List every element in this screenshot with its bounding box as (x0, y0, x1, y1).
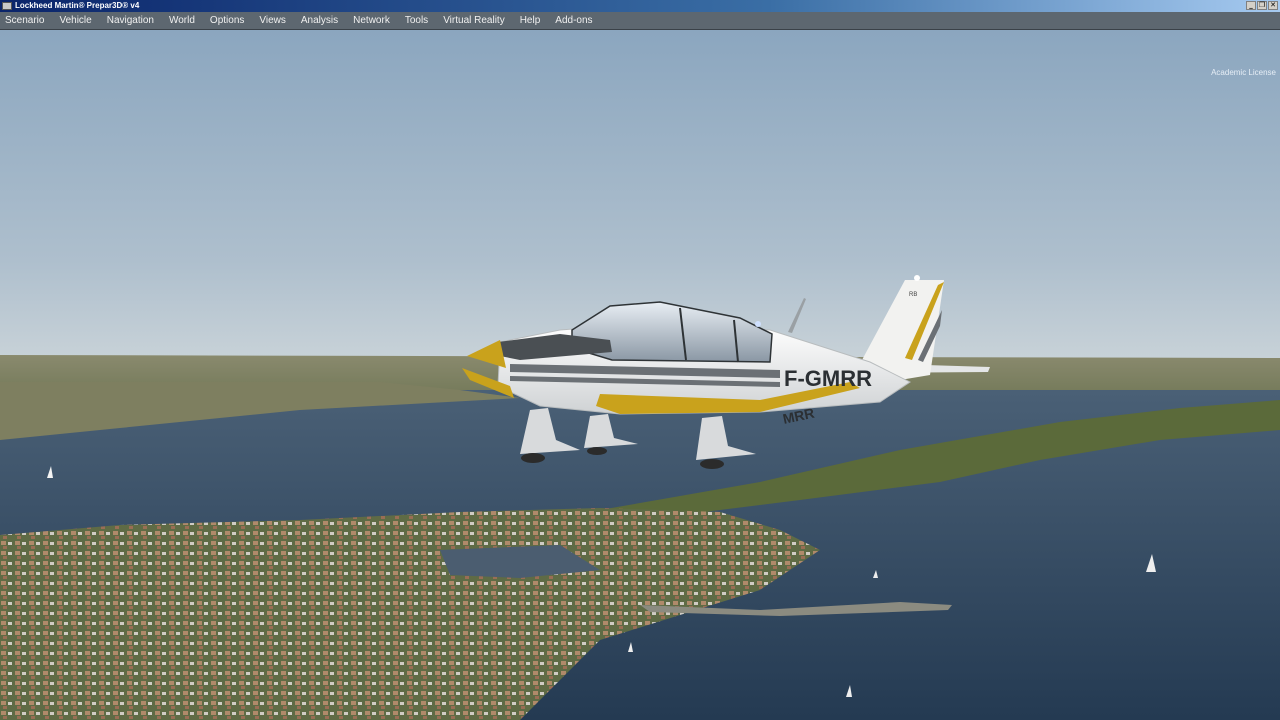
menu-tools[interactable]: Tools (401, 15, 432, 26)
menu-network[interactable]: Network (349, 15, 394, 26)
scene-render: RB F-GMRR MRR (0, 30, 1280, 720)
menu-scenario[interactable]: Scenario (1, 15, 48, 26)
menu-views[interactable]: Views (255, 15, 290, 26)
tail-code: RB (909, 292, 917, 298)
minimize-button[interactable]: _ (1246, 1, 1256, 10)
simulator-viewport[interactable]: RB F-GMRR MRR Academic License (0, 30, 1280, 720)
close-button[interactable]: ✕ (1268, 1, 1278, 10)
menu-navigation[interactable]: Navigation (103, 15, 158, 26)
license-label: Academic License (1211, 68, 1276, 77)
menu-help[interactable]: Help (516, 15, 545, 26)
menu-vehicle[interactable]: Vehicle (55, 15, 95, 26)
menu-analysis[interactable]: Analysis (297, 15, 342, 26)
menu-options[interactable]: Options (206, 15, 248, 26)
menu-add-ons[interactable]: Add-ons (551, 15, 596, 26)
menu-bar: Scenario Vehicle Navigation World Option… (0, 12, 1280, 30)
menu-world[interactable]: World (165, 15, 199, 26)
title-bar: Lockheed Martin® Prepar3D® v4 _ ❐ ✕ (0, 0, 1280, 12)
window-title: Lockheed Martin® Prepar3D® v4 (15, 1, 140, 10)
aircraft-registration: F-GMRR (784, 366, 872, 391)
window-controls: _ ❐ ✕ (1246, 1, 1278, 10)
menu-virtual-reality[interactable]: Virtual Reality (439, 15, 509, 26)
restore-button[interactable]: ❐ (1257, 1, 1267, 10)
app-icon[interactable] (2, 2, 12, 10)
